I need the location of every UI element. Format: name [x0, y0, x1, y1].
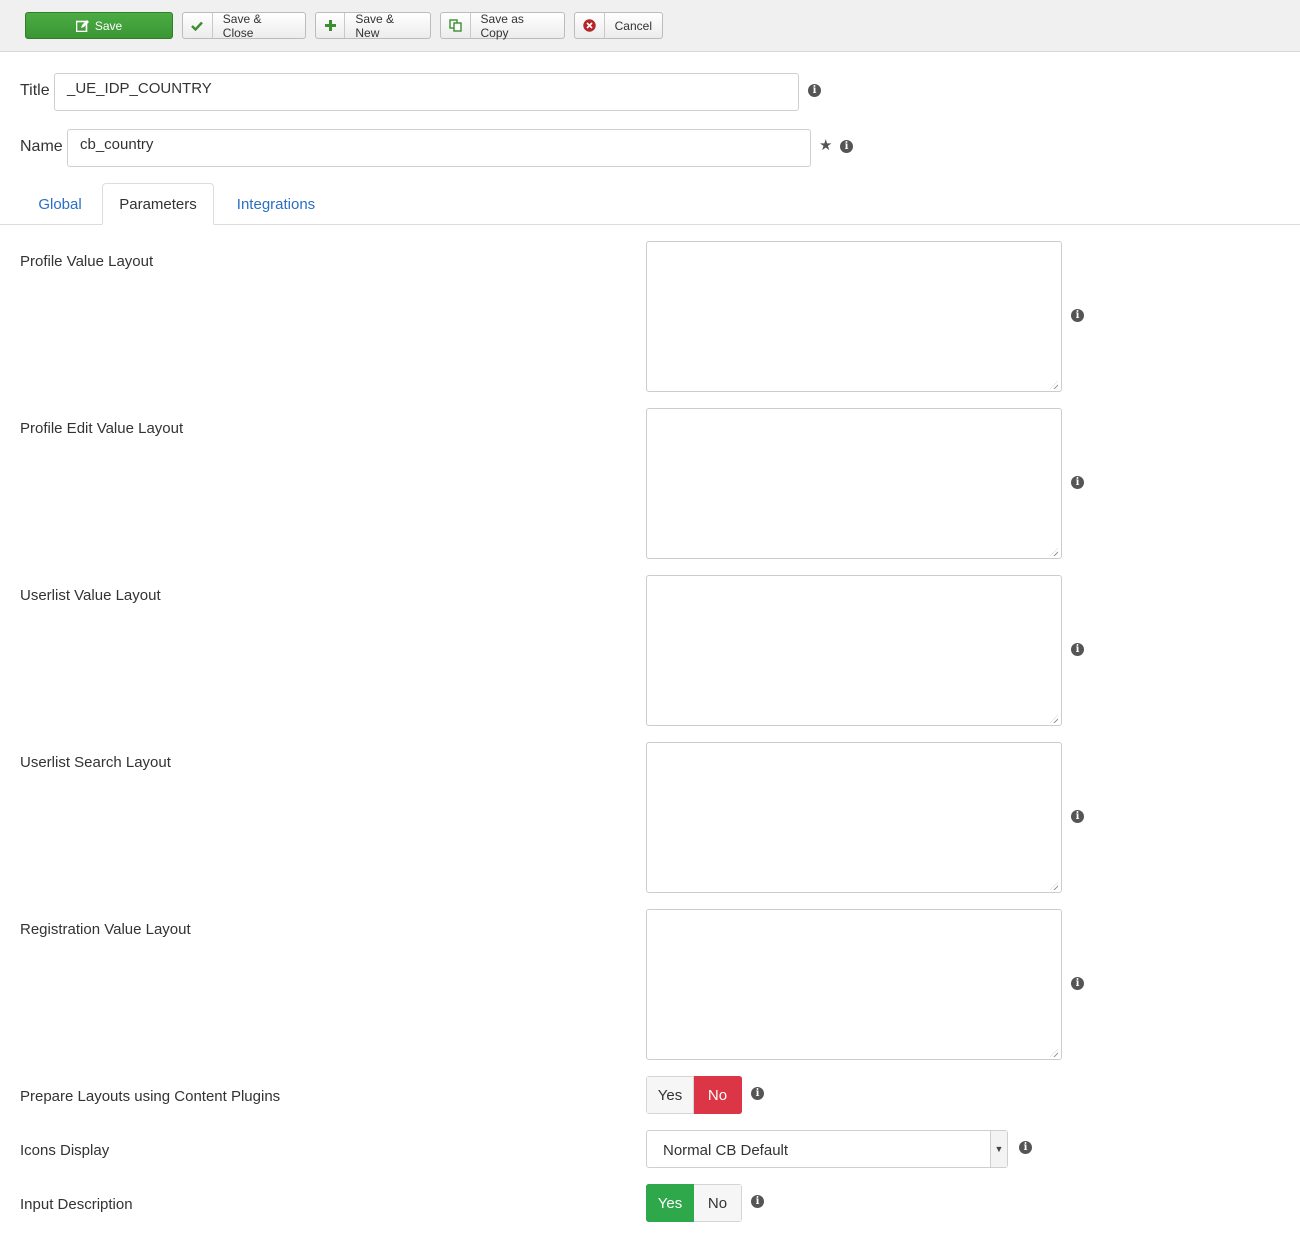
registration-value-layout-textarea[interactable]: [646, 909, 1062, 1060]
icons-display-value: Normal CB Default: [663, 1142, 789, 1159]
save-close-label: Save & Close: [222, 11, 262, 40]
icons-display-select[interactable]: Normal CB Default ▼: [646, 1130, 1008, 1168]
cancel-circle-icon: [575, 13, 605, 38]
profile-value-layout-label: Profile Value Layout: [20, 253, 154, 270]
userlist-search-layout-label: Userlist Search Layout: [20, 754, 171, 771]
edit-icon: [75, 19, 89, 32]
save-copy-label: Save as Copy: [480, 11, 524, 40]
info-icon[interactable]: i: [751, 1087, 764, 1100]
info-icon[interactable]: i: [1071, 476, 1084, 489]
cancel-label: Cancel: [614, 18, 652, 33]
tab-parameters[interactable]: Parameters: [102, 183, 214, 225]
name-input[interactable]: cb_country: [67, 129, 811, 167]
prepare-layouts-label: Prepare Layouts using Content Plugins: [20, 1088, 281, 1105]
profile-edit-value-layout-textarea[interactable]: [646, 408, 1062, 559]
prepare-layouts-toggle: Yes No: [646, 1076, 742, 1114]
prepare-layouts-no[interactable]: No: [694, 1076, 742, 1114]
copy-icon: [441, 13, 471, 38]
input-description-toggle: Yes No: [646, 1184, 742, 1222]
toolbar: Save Save & Close Save & New Save as Cop…: [0, 0, 1300, 52]
userlist-search-layout-textarea[interactable]: [646, 742, 1062, 893]
info-icon[interactable]: i: [1071, 810, 1084, 823]
title-input[interactable]: _UE_IDP_COUNTRY: [54, 73, 799, 111]
profile-value-layout-textarea[interactable]: [646, 241, 1062, 392]
icons-display-label: Icons Display: [20, 1142, 110, 1159]
plus-icon: [316, 13, 346, 38]
save-label: Save: [94, 18, 123, 33]
userlist-value-layout-label: Userlist Value Layout: [20, 587, 161, 604]
prepare-layouts-yes[interactable]: Yes: [646, 1076, 694, 1114]
userlist-value-layout-textarea[interactable]: [646, 575, 1062, 726]
check-icon: [183, 13, 213, 38]
info-icon[interactable]: i: [840, 140, 853, 153]
profile-edit-value-layout-label: Profile Edit Value Layout: [20, 420, 184, 437]
info-icon[interactable]: i: [808, 84, 821, 97]
input-description-no[interactable]: No: [694, 1184, 742, 1222]
save-new-button[interactable]: Save & New: [315, 11, 431, 40]
input-description-yes[interactable]: Yes: [646, 1184, 694, 1222]
title-label: Title: [20, 82, 50, 99]
info-icon[interactable]: i: [1071, 309, 1084, 322]
save-close-button[interactable]: Save & Close: [182, 11, 306, 40]
save-new-label: Save & New: [355, 11, 395, 40]
name-label: Name: [20, 138, 63, 155]
save-button[interactable]: Save: [25, 12, 173, 39]
chevron-down-icon: ▼: [990, 1131, 1007, 1167]
cancel-button[interactable]: Cancel: [574, 12, 663, 39]
tab-global[interactable]: Global: [20, 183, 100, 225]
tab-integrations[interactable]: Integrations: [216, 183, 336, 225]
star-icon: ★: [819, 137, 833, 154]
info-icon[interactable]: i: [1071, 643, 1084, 656]
registration-value-layout-label: Registration Value Layout: [20, 921, 191, 938]
info-icon[interactable]: i: [751, 1195, 764, 1208]
info-icon[interactable]: i: [1071, 977, 1084, 990]
input-description-label: Input Description: [20, 1196, 133, 1213]
info-icon[interactable]: i: [1019, 1141, 1032, 1154]
save-copy-button[interactable]: Save as Copy: [440, 11, 565, 40]
